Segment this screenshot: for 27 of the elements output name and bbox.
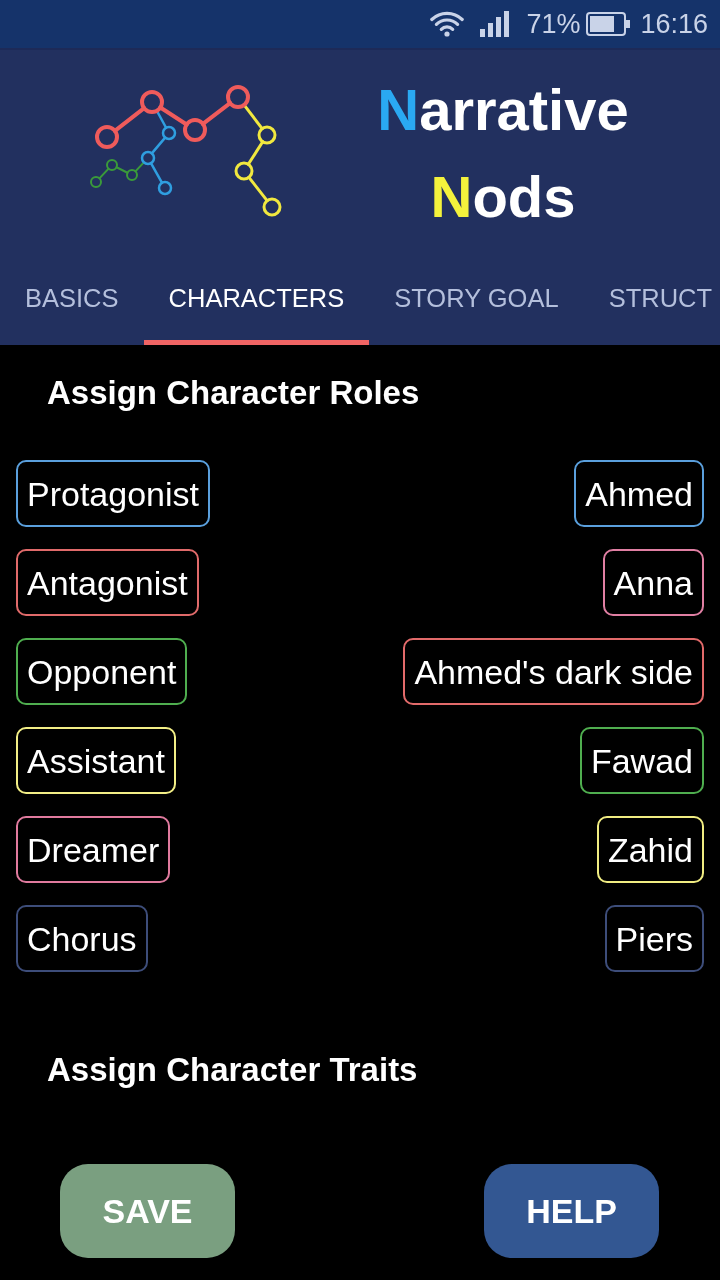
role-chip[interactable]: Antagonist [16,549,199,616]
role-chip[interactable]: Protagonist [16,460,210,527]
character-chip[interactable]: Ahmed [574,460,704,527]
character-chip[interactable]: Ahmed's dark side [403,638,704,705]
character-chip[interactable]: Anna [602,549,704,616]
character-chip[interactable]: Zahid [596,816,704,883]
signal-icon [480,11,511,37]
node-graph-logo-icon [89,84,283,218]
app-title-word: Nods [430,163,576,231]
battery-icon [586,12,631,36]
battery-percentage: 71% [526,10,581,38]
tab[interactable]: CHARACTERS [143,270,370,345]
section-heading: Assign Character Traits [47,1050,418,1090]
tab[interactable]: STRUCT [583,270,720,345]
clock-time: 16:16 [640,10,708,38]
role-chip[interactable]: Chorus [16,905,148,972]
tab[interactable]: BASICS [0,270,144,345]
role-chip[interactable]: Assistant [16,727,176,794]
wifi-icon [430,11,465,37]
tab[interactable]: STORY GOAL [369,270,584,345]
help-button[interactable]: HELP [484,1164,659,1258]
character-chip[interactable]: Piers [604,905,704,972]
role-chip[interactable]: Opponent [16,638,188,705]
character-chip[interactable]: Fawad [579,727,704,794]
app-title-word: Narrative [377,76,629,144]
role-chip[interactable]: Dreamer [16,816,171,883]
section-heading: Assign Character Roles [47,373,420,413]
